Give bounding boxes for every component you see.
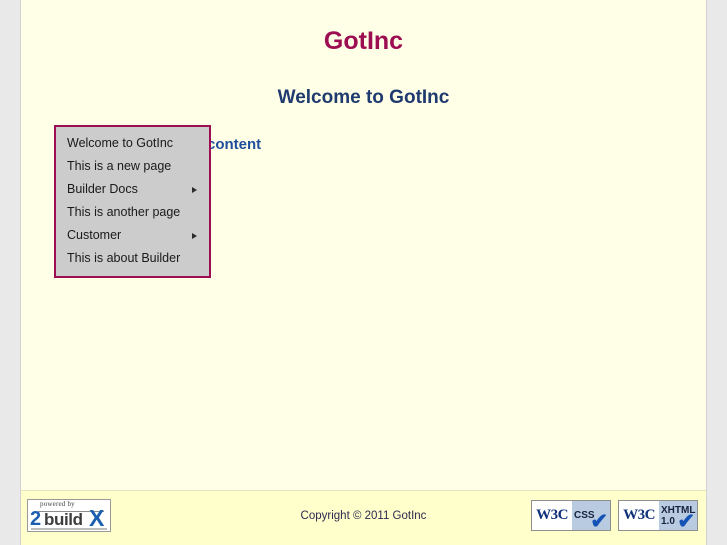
welcome-heading: Welcome to GotInc — [277, 87, 450, 108]
content-text: content — [207, 136, 262, 153]
w3c-logo-icon: W3C — [532, 501, 572, 530]
menu-item-label: Welcome to GotInc — [67, 136, 174, 150]
page-title: GotInc — [323, 27, 404, 55]
navigation-dropdown-menu[interactable]: Welcome to GotInc This is a new page Bui… — [54, 125, 211, 278]
powered-by-label: powered by — [40, 500, 75, 508]
menu-item-label: Builder Docs — [67, 182, 138, 196]
menu-item-label: Customer — [67, 228, 122, 242]
site-header: GotInc — [21, 0, 706, 70]
chevron-right-icon — [192, 232, 197, 239]
menu-item-welcome-to-gotinc[interactable]: Welcome to GotInc — [56, 132, 209, 155]
menu-item-label: This is a new page — [67, 159, 172, 173]
menu-item-customer[interactable]: Customer — [56, 224, 209, 247]
main-content-area: Welcome to GotInc content Welcome to Got… — [21, 70, 706, 491]
menu-item-label: This is another page — [67, 205, 181, 219]
badge-label-line2: 1.0 — [661, 516, 675, 527]
w3c-logo-icon: W3C — [619, 501, 659, 530]
chevron-right-icon — [192, 186, 197, 193]
checkmark-icon: ✔ — [590, 510, 608, 531]
checkmark-icon: ✔ — [677, 510, 695, 531]
menu-item-this-is-about-builder[interactable]: This is about Builder — [56, 247, 209, 270]
w3c-xhtml-validator-badge[interactable]: W3C XHTML 1.0 ✔ — [618, 500, 698, 531]
menu-item-builder-docs[interactable]: Builder Docs — [56, 178, 209, 201]
w3c-css-validator-badge[interactable]: W3C CSS ✔ — [531, 500, 611, 531]
page-container: GotInc Welcome to GotInc content Welcome… — [21, 0, 706, 545]
site-footer: powered by 2 build X Copyright © 2011 Go… — [21, 490, 706, 545]
menu-item-this-is-another-page[interactable]: This is another page — [56, 201, 209, 224]
logo-shadow — [31, 528, 107, 530]
menu-item-label: This is about Builder — [67, 251, 181, 265]
menu-item-this-is-a-new-page[interactable]: This is a new page — [56, 155, 209, 178]
